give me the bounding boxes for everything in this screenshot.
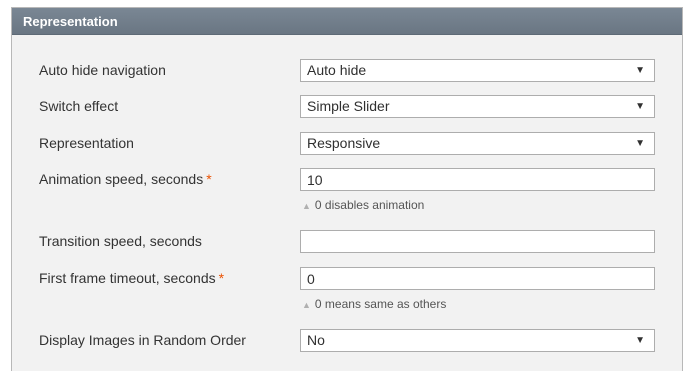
animation-speed-label-text: Animation speed, seconds xyxy=(39,171,204,187)
representation-select[interactable]: Responsive ▼ xyxy=(300,132,655,155)
switch-effect-select[interactable]: Simple Slider ▼ xyxy=(300,95,655,118)
triangle-up-icon: ▲ xyxy=(302,300,311,310)
first-frame-timeout-label-text: First frame timeout, seconds xyxy=(39,270,216,286)
required-mark: * xyxy=(218,270,225,286)
representation-label: Representation xyxy=(39,135,134,151)
first-frame-timeout-hint: ▲ 0 means same as others xyxy=(302,297,446,311)
transition-speed-input[interactable] xyxy=(300,230,655,253)
random-order-value: No xyxy=(307,332,325,348)
triangle-up-icon: ▲ xyxy=(302,201,311,211)
first-frame-timeout-input[interactable] xyxy=(300,267,655,290)
animation-speed-label: Animation speed, seconds * xyxy=(39,171,212,187)
animation-speed-input[interactable] xyxy=(300,168,655,191)
random-order-select[interactable]: No ▼ xyxy=(300,329,655,352)
animation-speed-hint: ▲ 0 disables animation xyxy=(302,198,424,212)
auto-hide-navigation-label: Auto hide navigation xyxy=(39,62,166,78)
first-frame-timeout-hint-text: 0 means same as others xyxy=(314,297,447,311)
chevron-down-icon: ▼ xyxy=(635,101,645,112)
panel-title[interactable]: Representation xyxy=(12,8,682,35)
switch-effect-label: Switch effect xyxy=(39,98,119,114)
switch-effect-value: Simple Slider xyxy=(307,98,390,114)
chevron-down-icon: ▼ xyxy=(635,65,645,76)
transition-speed-label: Transition speed, seconds xyxy=(39,233,202,249)
auto-hide-navigation-value: Auto hide xyxy=(307,62,367,78)
representation-panel: Representation Auto hide navigation Auto… xyxy=(11,7,683,371)
required-mark: * xyxy=(206,171,212,187)
first-frame-timeout-label: First frame timeout, seconds * xyxy=(39,270,224,286)
auto-hide-navigation-select[interactable]: Auto hide ▼ xyxy=(300,59,655,82)
animation-speed-hint-text: 0 disables animation xyxy=(314,198,425,212)
chevron-down-icon: ▼ xyxy=(635,138,645,149)
random-order-label: Display Images in Random Order xyxy=(39,332,246,348)
representation-value: Responsive xyxy=(307,135,381,151)
chevron-down-icon: ▼ xyxy=(635,335,645,346)
